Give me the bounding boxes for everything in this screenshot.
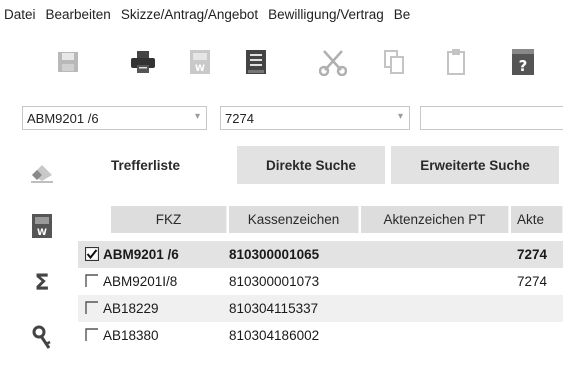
column-header-label: Aktenzeichen PT [383,212,486,227]
cut-button[interactable] [317,42,349,82]
menu-bearbeiten[interactable]: Bearbeiten [46,7,111,22]
tab-label: Erweiterte Suche [420,157,530,173]
column-header-akte[interactable]: Akte [511,206,563,233]
table-row[interactable]: ABM9201I/8 810300001073 7274 [78,268,563,295]
svg-text:?: ? [519,57,528,75]
menu-bewilligung-vertrag[interactable]: Bewilligung/Vertrag [268,7,384,22]
svg-text:Σ: Σ [34,271,49,294]
column-header-aktenzeichen-pt[interactable]: Aktenzeichen PT [361,206,509,233]
save-button[interactable] [52,42,84,82]
svg-text:W: W [195,64,205,74]
kassenzeichen-combo-value: 7274 [225,111,254,126]
column-header-label: Kassenzeichen [247,212,340,227]
row-checkbox[interactable] [85,301,99,315]
menu-skizze-antrag-angebot[interactable]: Skizze/Antrag/Angebot [121,7,258,22]
row-checkbox[interactable] [85,328,99,342]
column-header-label: FKZ [155,212,182,227]
help-button[interactable]: ? [507,42,539,82]
paste-button[interactable] [440,42,472,82]
cell-kassenzeichen: 810300001073 [229,274,320,289]
toolbar: W ? [0,42,563,94]
sidebar: W Σ [0,140,75,374]
third-filter-field[interactable] [420,106,563,130]
cell-akte: 7274 [517,247,548,262]
key-icon [32,325,51,349]
copy-icon [384,50,404,74]
eraser-icon [31,165,53,183]
cell-fkz: AB18229 [103,301,159,316]
cell-kassenzeichen: 810300001065 [229,247,320,262]
row-checkbox[interactable] [85,274,99,288]
chevron-down-icon[interactable]: ▾ [398,111,403,122]
fkz-combo[interactable]: ABM9201 /6 ▾ [22,106,207,130]
tab-label: Trefferliste [110,157,181,173]
form-button[interactable] [240,42,272,82]
web-export-icon: W [190,50,210,74]
copy-button[interactable] [378,42,410,82]
table-row[interactable]: AB18229 810304115337 [78,295,563,322]
tab-label: Direkte Suche [265,157,357,173]
web-export-button[interactable]: W [184,42,216,82]
key-button[interactable] [24,320,60,356]
menu-overflow[interactable]: Be [394,7,411,22]
sigma-button[interactable]: Σ [24,264,60,300]
cell-fkz: AB18380 [103,328,159,343]
web-document-icon: W [32,214,52,238]
fkz-combo-value: ABM9201 /6 [27,111,99,126]
tab-trefferliste[interactable]: Trefferliste [78,146,213,184]
cell-fkz: ABM9201I/8 [103,274,178,289]
menu-bar: Datei Bearbeiten Skizze/Antrag/Angebot B… [0,0,563,28]
tab-erweiterte-suche[interactable]: Erweiterte Suche [391,146,559,184]
help-icon: ? [512,49,534,75]
cell-kassenzeichen: 810304186002 [229,328,320,343]
web-document-button[interactable]: W [24,208,60,244]
chevron-down-icon[interactable]: ▾ [195,111,200,122]
tab-direkte-suche[interactable]: Direkte Suche [237,146,385,184]
print-icon [131,51,155,73]
column-header-fkz[interactable]: FKZ [111,206,227,233]
filter-row: ABM9201 /6 ▾ 7274 ▾ [0,106,563,132]
cell-kassenzeichen: 810304115337 [229,301,319,316]
form-icon [246,50,266,74]
menu-datei[interactable]: Datei [4,7,36,22]
row-checkbox[interactable] [85,247,99,261]
table-row[interactable]: AB18380 810304186002 [78,322,563,349]
sigma-icon: Σ [34,271,49,294]
paste-icon [447,49,465,75]
column-header-label: Akte [517,212,545,227]
column-header-kassenzeichen[interactable]: Kassenzeichen [229,206,359,233]
kassenzeichen-combo[interactable]: 7274 ▾ [220,106,410,130]
cut-icon [319,50,347,76]
print-button[interactable] [127,42,159,82]
cell-fkz: ABM9201 /6 [103,247,179,262]
svg-text:W: W [37,228,47,238]
table-row[interactable]: ABM9201 /6 810300001065 7274 [78,241,563,268]
eraser-button[interactable] [24,154,60,190]
save-icon [58,52,78,72]
tab-bar: Trefferliste Direkte Suche Erweiterte Su… [78,146,563,184]
cell-akte: 7274 [517,274,548,289]
